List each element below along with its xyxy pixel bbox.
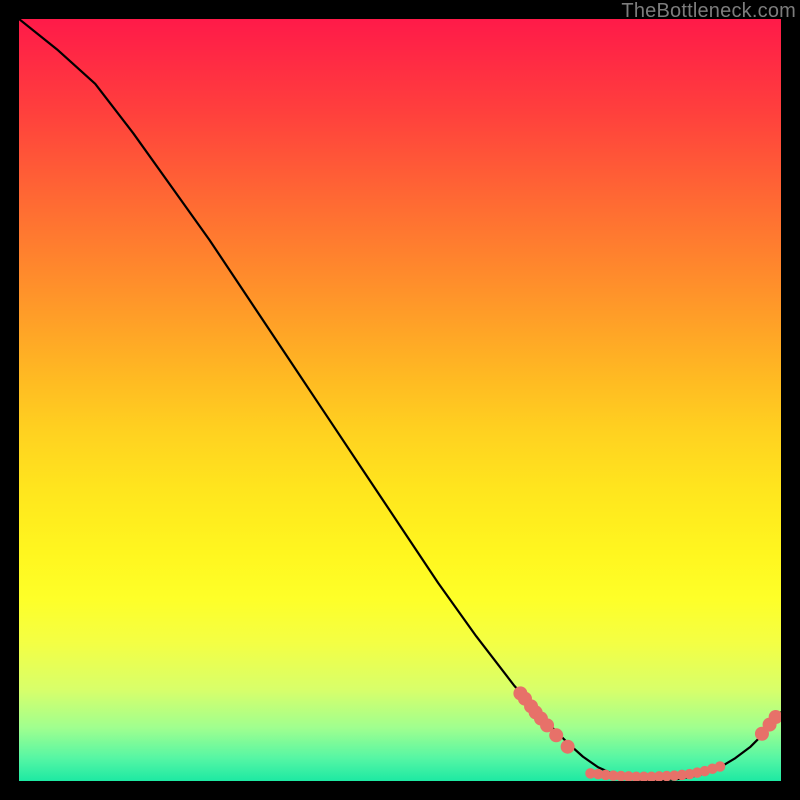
data-point (715, 761, 726, 772)
data-point (549, 728, 563, 742)
chart-overlay (19, 19, 781, 781)
watermark-text: TheBottleneck.com (621, 0, 796, 23)
data-point (561, 740, 575, 754)
chart-plot-area (19, 19, 781, 781)
chart-stage: TheBottleneck.com (0, 0, 800, 800)
chart-markers (513, 686, 781, 781)
chart-curve (19, 19, 781, 780)
